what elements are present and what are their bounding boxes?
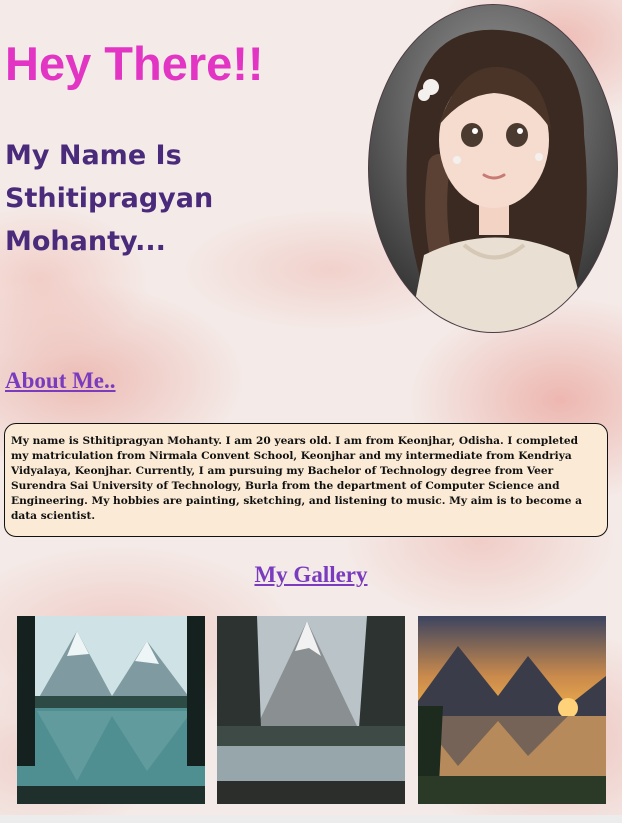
profile-avatar <box>368 4 618 333</box>
gallery-heading: My Gallery <box>254 562 368 587</box>
gallery-image-3 <box>418 616 606 804</box>
about-text-box: My name is Sthitipragyan Mohanty. I am 2… <box>4 423 608 537</box>
page-bottom-edge <box>0 815 622 823</box>
greeting-heading: Hey There!! <box>5 37 264 90</box>
avatar-illustration <box>369 5 617 332</box>
gallery-image-2 <box>217 616 405 804</box>
intro-heading: My Name Is Sthitipragyan Mohanty... <box>5 140 214 257</box>
about-paragraph: My name is Sthitipragyan Mohanty. I am 2… <box>11 435 582 522</box>
mountain-peak-river-landscape <box>217 616 405 804</box>
gallery-image-1 <box>17 616 205 804</box>
about-heading: About Me.. <box>5 368 116 393</box>
mountain-lake-forest-landscape <box>17 616 205 804</box>
portfolio-page: Hey There!! My Name Is Sthitipragyan Moh… <box>0 0 622 823</box>
mountain-sunset-lake-landscape <box>418 616 606 804</box>
